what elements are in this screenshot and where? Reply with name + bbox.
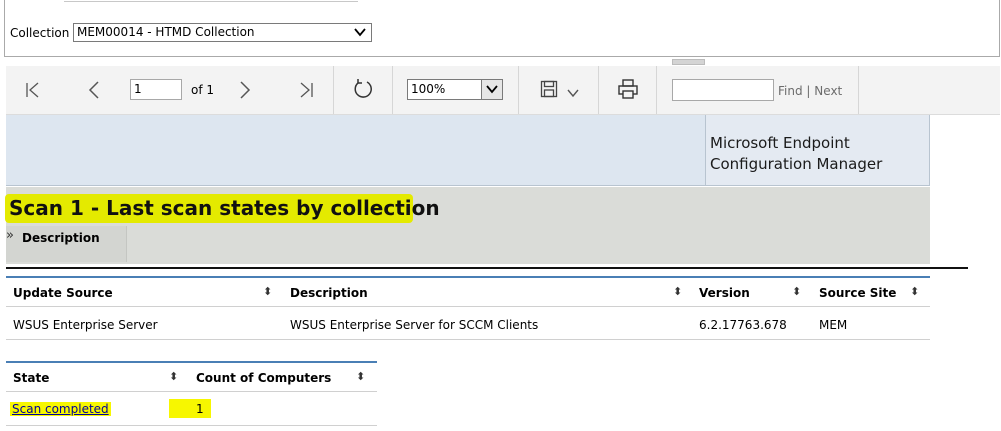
cell-source-site: MEM xyxy=(819,318,848,332)
sort-icon[interactable]: ⬍ xyxy=(169,370,178,383)
divider xyxy=(6,267,968,269)
zoom-select-value: 100% xyxy=(411,82,446,96)
brand-line-1: Microsoft Endpoint xyxy=(710,134,850,152)
toolbar-separator xyxy=(333,66,334,114)
first-page-icon[interactable] xyxy=(25,81,41,99)
parameter-top-edge xyxy=(64,0,358,2)
col-header-description[interactable]: Description xyxy=(290,286,368,300)
find-next-group: Find | Next xyxy=(778,84,842,98)
toolbar-separator xyxy=(518,66,519,114)
col-header-count[interactable]: Count of Computers xyxy=(196,371,331,385)
row-divider xyxy=(6,339,930,340)
cell-description: WSUS Enterprise Server for SCCM Clients xyxy=(290,318,539,332)
cell-version: 6.2.17763.678 xyxy=(699,318,787,332)
chevron-down-icon xyxy=(354,28,366,37)
chevron-down-icon xyxy=(486,85,498,94)
collection-select[interactable]: MEM00014 - HTMD Collection xyxy=(73,23,372,42)
col-header-version[interactable]: Version xyxy=(699,286,750,300)
refresh-icon[interactable] xyxy=(352,78,374,100)
table-top-rule xyxy=(6,276,930,278)
find-input[interactable] xyxy=(672,79,774,101)
toolbar-separator xyxy=(858,66,859,114)
cell-update-source: WSUS Enterprise Server xyxy=(13,318,158,332)
last-page-icon[interactable] xyxy=(298,81,314,99)
collection-label: Collection xyxy=(10,26,70,40)
page-count-label: of 1 xyxy=(191,83,215,97)
col-header-state[interactable]: State xyxy=(13,371,49,385)
page-number-input[interactable]: 1 xyxy=(130,79,182,100)
sort-icon[interactable]: ⬍ xyxy=(792,285,801,298)
row-divider xyxy=(6,306,930,307)
divider xyxy=(4,56,1000,57)
count-highlight xyxy=(169,399,211,418)
expand-chevron-icon[interactable]: » xyxy=(6,228,14,243)
find-link[interactable]: Find xyxy=(778,84,803,98)
scan-completed-link[interactable]: Scan completed xyxy=(10,402,111,416)
description-label[interactable]: Description xyxy=(22,231,100,245)
previous-page-icon[interactable] xyxy=(87,80,101,100)
next-link[interactable]: Next xyxy=(814,84,842,98)
row-divider xyxy=(6,425,377,426)
zoom-select[interactable]: 100% xyxy=(407,79,503,100)
next-page-icon[interactable] xyxy=(238,80,252,100)
sort-icon[interactable]: ⬍ xyxy=(356,370,365,383)
parameter-splitter-handle[interactable] xyxy=(672,59,705,71)
toolbar-separator xyxy=(656,66,657,114)
brand-line-2: Configuration Manager xyxy=(710,155,883,173)
divider xyxy=(4,0,5,56)
cell-count: 1 xyxy=(196,402,204,416)
sort-icon[interactable]: ⬍ xyxy=(263,285,272,298)
divider xyxy=(999,0,1000,56)
zoom-dropdown-button[interactable] xyxy=(481,80,502,99)
state-cell: Scan completed xyxy=(10,402,111,416)
print-icon[interactable] xyxy=(617,78,639,100)
toolbar-separator xyxy=(392,66,393,114)
brand-text: Microsoft Endpoint Configuration Manager xyxy=(710,133,882,175)
find-separator: | xyxy=(806,84,811,98)
chevron-down-icon[interactable] xyxy=(566,88,580,98)
table-top-rule xyxy=(6,361,377,363)
row-divider xyxy=(6,391,377,392)
save-icon[interactable] xyxy=(540,80,558,98)
report-title: Scan 1 - Last scan states by collection xyxy=(9,196,440,220)
sort-icon[interactable]: ⬍ xyxy=(910,285,919,298)
col-header-update-source[interactable]: Update Source xyxy=(13,286,113,300)
toolbar-separator xyxy=(598,66,599,114)
collection-select-value: MEM00014 - HTMD Collection xyxy=(77,25,255,39)
sort-icon[interactable]: ⬍ xyxy=(673,285,682,298)
col-header-source-site[interactable]: Source Site xyxy=(819,286,896,300)
